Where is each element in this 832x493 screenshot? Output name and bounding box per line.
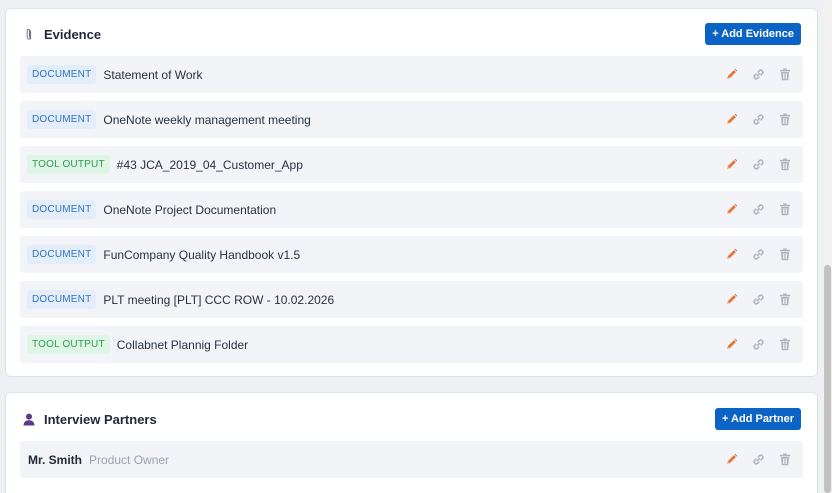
evidence-header: Evidence + Add Evidence [6,9,817,59]
delete-icon[interactable] [778,113,792,127]
row-actions [724,281,792,318]
add-partner-button[interactable]: + Add Partner [714,408,801,430]
evidence-card: Evidence + Add Evidence DOCUMENT Statemen… [5,8,818,377]
link-icon[interactable] [751,338,765,352]
document-badge: DOCUMENT [27,290,97,309]
evidence-row[interactable]: DOCUMENT OneNote Project Documentation [20,191,803,228]
evidence-title: Evidence [22,27,101,42]
document-badge: DOCUMENT [27,65,97,84]
delete-icon[interactable] [778,158,792,172]
partner-row[interactable]: Mr. Smith Product Owner [20,441,803,478]
row-actions [724,326,792,363]
edit-icon[interactable] [724,293,738,307]
evidence-title-label: Collabnet Plannig Folder [116,337,249,352]
row-actions [724,191,792,228]
edit-icon[interactable] [724,248,738,262]
partner-name: Mr. Smith [28,452,83,467]
partners-title: Interview Partners [22,412,157,427]
row-actions [724,146,792,183]
partners-header: Interview Partners + Add Partner [6,393,817,445]
delete-icon[interactable] [778,338,792,352]
row-actions [724,236,792,273]
evidence-title-label: OneNote weekly management meeting [103,112,311,127]
tool-output-badge: TOOL OUTPUT [27,155,110,174]
scrollbar-thumb[interactable] [824,265,831,493]
evidence-title-label: OneNote Project Documentation [103,202,277,217]
evidence-row[interactable]: TOOL OUTPUT Collabnet Plannig Folder [20,326,803,363]
document-badge: DOCUMENT [27,110,97,129]
evidence-title-text: Evidence [44,26,102,42]
edit-icon[interactable] [724,113,738,127]
link-icon[interactable] [751,248,765,262]
evidence-row[interactable]: DOCUMENT FunCompany Quality Handbook v1.5 [20,236,803,273]
document-badge: DOCUMENT [27,245,97,264]
partners-list: Mr. Smith Product Owner [20,441,803,486]
delete-icon[interactable] [778,203,792,217]
delete-icon[interactable] [778,453,792,467]
partner-role: Product Owner [89,452,170,467]
evidence-row[interactable]: DOCUMENT PLT meeting [PLT] CCC ROW - 10.0… [20,281,803,318]
interview-partners-card: Interview Partners + Add Partner Mr. Smi… [5,392,818,493]
scrollbar[interactable] [823,0,832,493]
partners-title-text: Interview Partners [44,411,157,427]
evidence-title-label: PLT meeting [PLT] CCC ROW - 10.02.2026 [103,292,335,307]
evidence-row[interactable]: DOCUMENT OneNote weekly management meetin… [20,101,803,138]
link-icon[interactable] [751,113,765,127]
delete-icon[interactable] [778,293,792,307]
edit-icon[interactable] [724,68,738,82]
tool-output-badge: TOOL OUTPUT [27,335,110,354]
person-icon [22,412,36,426]
evidence-row[interactable]: TOOL OUTPUT #43 JCA_2019_04_Customer_App [20,146,803,183]
evidence-title-label: FunCompany Quality Handbook v1.5 [103,247,301,262]
evidence-list: DOCUMENT Statement of Work DOCUMENT OneNote… [20,56,803,371]
evidence-title-label: #43 JCA_2019_04_Customer_App [116,157,303,172]
link-icon[interactable] [751,68,765,82]
link-icon[interactable] [751,453,765,467]
add-evidence-button[interactable]: + Add Evidence [705,23,801,45]
edit-icon[interactable] [724,453,738,467]
delete-icon[interactable] [778,68,792,82]
row-actions [724,101,792,138]
row-actions [724,441,792,478]
link-icon[interactable] [751,203,765,217]
link-icon[interactable] [751,158,765,172]
evidence-title-label: Statement of Work [103,67,203,82]
link-icon[interactable] [751,293,765,307]
edit-icon[interactable] [724,158,738,172]
document-badge: DOCUMENT [27,200,97,219]
evidence-row[interactable]: DOCUMENT Statement of Work [20,56,803,93]
row-actions [724,56,792,93]
edit-icon[interactable] [724,338,738,352]
paperclip-icon [22,27,36,41]
delete-icon[interactable] [778,248,792,262]
edit-icon[interactable] [724,203,738,217]
